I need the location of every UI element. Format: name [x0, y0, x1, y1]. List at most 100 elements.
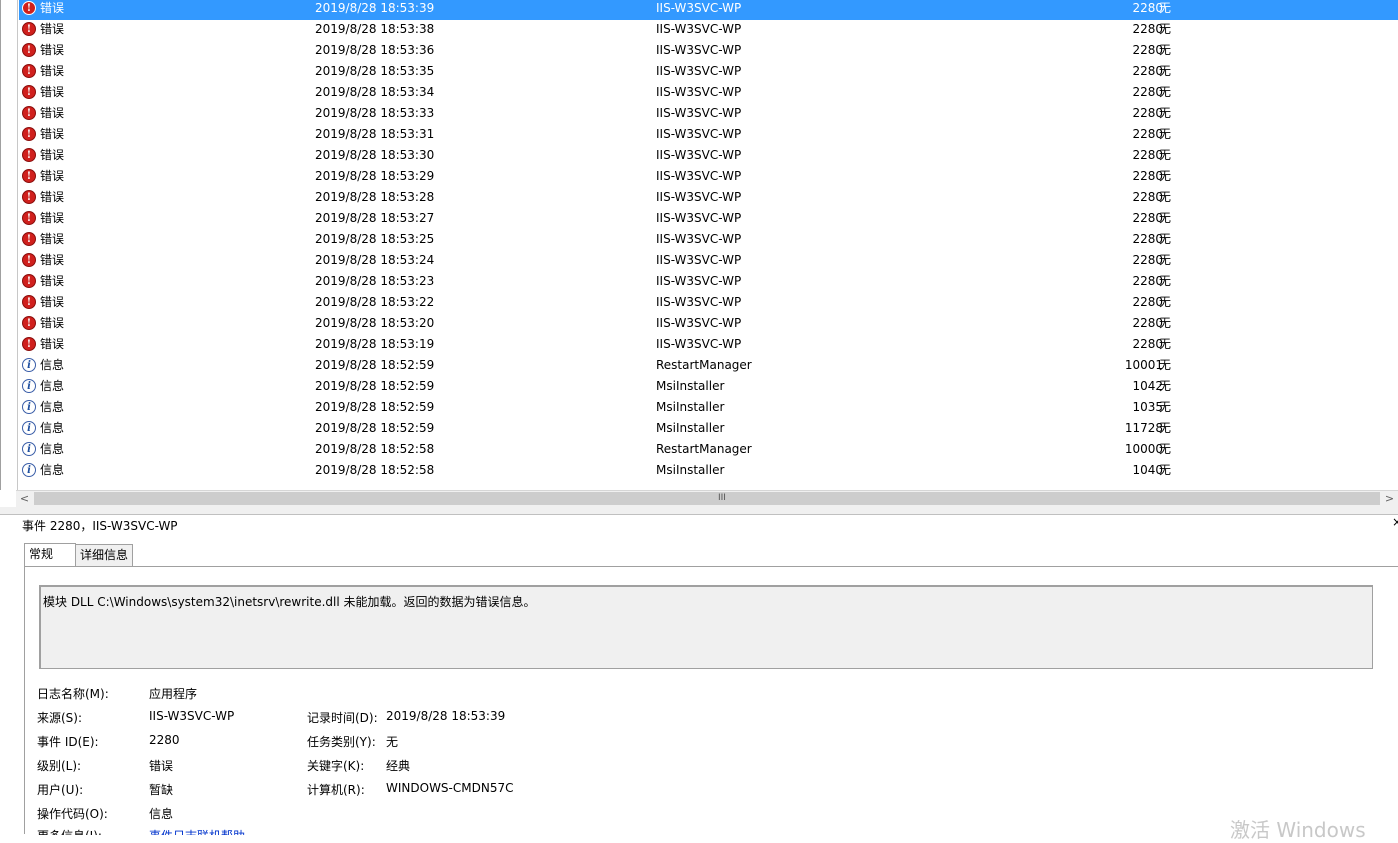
event-row[interactable]: ! 错误 2019/8/28 18:53:35 IIS-W3SVC-WP 2280 无 — [19, 62, 1398, 83]
keywords-value: 经典 — [386, 759, 411, 773]
tab-details[interactable]: 详细信息 — [75, 544, 133, 566]
event-source: IIS-W3SVC-WP — [656, 127, 742, 141]
event-level: 信息 — [40, 421, 65, 435]
event-level: 错误 — [40, 22, 65, 36]
error-icon: ! — [22, 127, 36, 141]
source-label: 来源(S): — [37, 711, 83, 725]
event-source: IIS-W3SVC-WP — [656, 169, 742, 183]
event-row[interactable]: ! 错误 2019/8/28 18:53:24 IIS-W3SVC-WP 2280 无 — [19, 251, 1398, 272]
opcode-value: 信息 — [149, 807, 174, 821]
event-row[interactable]: ! 错误 2019/8/28 18:53:36 IIS-W3SVC-WP 2280 无 — [19, 41, 1398, 62]
event-row[interactable]: ! 错误 2019/8/28 18:53:28 IIS-W3SVC-WP 2280 无 — [19, 188, 1398, 209]
event-source: MsiInstaller — [656, 463, 725, 477]
event-category: 无 — [1159, 127, 1172, 141]
source-value: IIS-W3SVC-WP — [149, 709, 235, 723]
event-source: IIS-W3SVC-WP — [656, 190, 742, 204]
event-row[interactable]: ! 错误 2019/8/28 18:53:27 IIS-W3SVC-WP 2280 无 — [19, 209, 1398, 230]
horizontal-scrollbar[interactable]: < III > — [16, 490, 1398, 507]
task-label: 任务类别(Y): — [307, 735, 376, 749]
event-message: 模块 DLL C:\Windows\system32\inetsrv\rewri… — [43, 595, 536, 609]
event-source: IIS-W3SVC-WP — [656, 232, 742, 246]
event-row[interactable]: i 信息 2019/8/28 18:52:58 RestartManager 10000… — [19, 440, 1398, 461]
error-icon: ! — [22, 169, 36, 183]
event-row[interactable]: i 信息 2019/8/28 18:52:58 MsiInstaller 1040 无 — [19, 461, 1398, 482]
event-row[interactable]: i 信息 2019/8/28 18:52:59 MsiInstaller 1035 无 — [19, 398, 1398, 419]
info-icon: i — [22, 400, 36, 414]
event-level: 错误 — [40, 127, 65, 141]
event-row[interactable]: ! 错误 2019/8/28 18:53:22 IIS-W3SVC-WP 2280 无 — [19, 293, 1398, 314]
event-datetime: 2019/8/28 18:53:27 — [315, 211, 435, 225]
event-level: 错误 — [40, 232, 65, 246]
event-source: IIS-W3SVC-WP — [656, 64, 742, 78]
event-datetime: 2019/8/28 18:52:59 — [315, 400, 435, 414]
event-row[interactable]: ! 错误 2019/8/28 18:53:38 IIS-W3SVC-WP 2280 无 — [19, 20, 1398, 41]
event-level: 错误 — [40, 316, 65, 330]
event-id-value: 2280 — [149, 733, 180, 747]
event-source: IIS-W3SVC-WP — [656, 337, 742, 351]
event-level: 错误 — [40, 64, 65, 78]
event-category: 无 — [1159, 379, 1172, 393]
event-datetime: 2019/8/28 18:53:36 — [315, 43, 435, 57]
event-datetime: 2019/8/28 18:53:25 — [315, 232, 435, 246]
event-level: 信息 — [40, 400, 65, 414]
logged-value: 2019/8/28 18:53:39 — [386, 709, 506, 723]
event-category: 无 — [1159, 442, 1172, 456]
event-datetime: 2019/8/28 18:53:33 — [315, 106, 435, 120]
pane-splitter[interactable] — [0, 507, 1398, 515]
scroll-right-arrow-icon[interactable]: > — [1381, 491, 1398, 507]
event-level: 错误 — [40, 85, 65, 99]
event-level: 信息 — [40, 358, 65, 372]
event-row[interactable]: ! 错误 2019/8/28 18:53:34 IIS-W3SVC-WP 2280 无 — [19, 83, 1398, 104]
event-category: 无 — [1159, 400, 1172, 414]
event-row[interactable]: i 信息 2019/8/28 18:52:59 RestartManager 10001… — [19, 356, 1398, 377]
info-icon: i — [22, 442, 36, 456]
event-datetime: 2019/8/28 18:53:19 — [315, 337, 435, 351]
event-level: 错误 — [40, 295, 65, 309]
event-datetime: 2019/8/28 18:53:34 — [315, 85, 435, 99]
scroll-thumb[interactable]: III — [34, 492, 1380, 505]
event-message-box[interactable]: 模块 DLL C:\Windows\system32\inetsrv\rewri… — [39, 585, 1373, 669]
event-row[interactable]: ! 错误 2019/8/28 18:53:33 IIS-W3SVC-WP 2280 无 — [19, 104, 1398, 125]
event-source: IIS-W3SVC-WP — [656, 1, 742, 15]
event-list: ! 错误 2019/8/28 18:53:39 IIS-W3SVC-WP 2280 无! 错… — [0, 0, 1398, 490]
event-datetime: 2019/8/28 18:53:20 — [315, 316, 435, 330]
event-datetime: 2019/8/28 18:53:38 — [315, 22, 435, 36]
event-row[interactable]: i 信息 2019/8/28 18:52:59 MsiInstaller 11728 无 — [19, 419, 1398, 440]
event-row[interactable]: ! 错误 2019/8/28 18:53:25 IIS-W3SVC-WP 2280 无 — [19, 230, 1398, 251]
event-row[interactable]: ! 错误 2019/8/28 18:53:29 IIS-W3SVC-WP 2280 无 — [19, 167, 1398, 188]
event-row[interactable]: ! 错误 2019/8/28 18:53:31 IIS-W3SVC-WP 2280 无 — [19, 125, 1398, 146]
event-datetime: 2019/8/28 18:52:59 — [315, 421, 435, 435]
error-icon: ! — [22, 211, 36, 225]
event-source: RestartManager — [656, 442, 752, 456]
event-row[interactable]: ! 错误 2019/8/28 18:53:20 IIS-W3SVC-WP 2280 无 — [19, 314, 1398, 335]
tab-general[interactable]: 常规 — [24, 543, 76, 566]
event-row[interactable]: ! 错误 2019/8/28 18:53:23 IIS-W3SVC-WP 2280 无 — [19, 272, 1398, 293]
scroll-left-arrow-icon[interactable]: < — [16, 491, 33, 507]
event-id: 11728 — [1124, 421, 1163, 435]
event-row[interactable]: ! 错误 2019/8/28 18:53:39 IIS-W3SVC-WP 2280 无 — [19, 0, 1398, 20]
event-category: 无 — [1159, 232, 1172, 246]
event-datetime: 2019/8/28 18:53:39 — [315, 1, 435, 15]
event-level: 错误 — [40, 211, 65, 225]
event-row[interactable]: i 信息 2019/8/28 18:52:59 MsiInstaller 1042 无 — [19, 377, 1398, 398]
error-icon: ! — [22, 106, 36, 120]
event-level: 错误 — [40, 43, 65, 57]
info-icon: i — [22, 358, 36, 372]
event-category: 无 — [1159, 358, 1172, 372]
event-category: 无 — [1159, 211, 1172, 225]
event-datetime: 2019/8/28 18:53:24 — [315, 253, 435, 267]
error-icon: ! — [22, 190, 36, 204]
event-category: 无 — [1159, 190, 1172, 204]
event-category: 无 — [1159, 337, 1172, 351]
close-icon[interactable]: × — [1392, 515, 1398, 529]
event-row[interactable]: ! 错误 2019/8/28 18:53:19 IIS-W3SVC-WP 2280 无 — [19, 335, 1398, 356]
event-category: 无 — [1159, 421, 1172, 435]
event-category: 无 — [1159, 43, 1172, 57]
event-row[interactable]: ! 错误 2019/8/28 18:53:30 IIS-W3SVC-WP 2280 无 — [19, 146, 1398, 167]
event-category: 无 — [1159, 463, 1172, 477]
error-icon: ! — [22, 274, 36, 288]
computer-label: 计算机(R): — [307, 783, 365, 797]
error-icon: ! — [22, 85, 36, 99]
error-icon: ! — [22, 337, 36, 351]
event-datetime: 2019/8/28 18:53:35 — [315, 64, 435, 78]
